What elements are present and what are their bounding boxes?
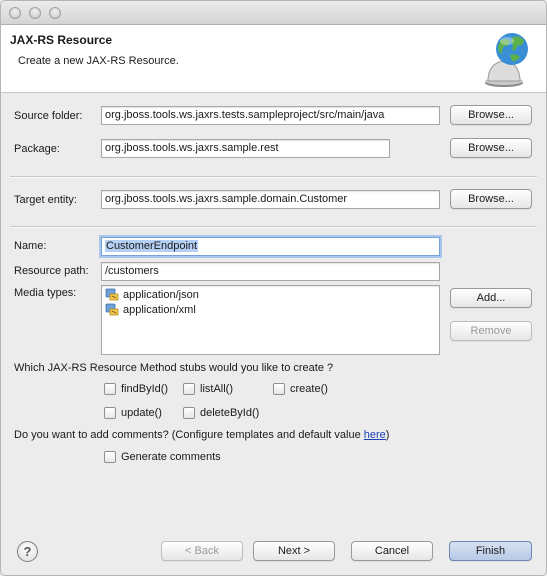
finish-button[interactable]: Finish bbox=[449, 541, 532, 561]
wizard-title: JAX-RS Resource bbox=[10, 33, 113, 47]
deletebyid-checkbox[interactable] bbox=[183, 407, 195, 419]
list-item[interactable]: application/json bbox=[105, 287, 199, 302]
cancel-button[interactable]: Cancel bbox=[351, 541, 433, 561]
listall-checkbox[interactable] bbox=[183, 383, 195, 395]
update-label: update() bbox=[121, 407, 162, 419]
media-types-label: Media types: bbox=[14, 287, 77, 299]
wizard-window: JAX-RS Resource Create a new JAX-RS Reso… bbox=[0, 0, 547, 576]
separator bbox=[10, 226, 537, 228]
resource-path-label: Resource path: bbox=[14, 265, 89, 277]
source-folder-browse-button[interactable]: Browse... bbox=[450, 105, 532, 125]
globe-bell-icon bbox=[485, 33, 528, 87]
name-field[interactable]: CustomerEndpoint bbox=[101, 237, 440, 256]
listall-label: listAll() bbox=[200, 383, 233, 395]
deletebyid-label: deleteById() bbox=[200, 407, 260, 419]
update-checkbox[interactable] bbox=[104, 407, 116, 419]
package-label: Package: bbox=[14, 143, 60, 155]
stubs-question: Which JAX-RS Resource Method stubs would… bbox=[14, 362, 334, 374]
zoom-window-button[interactable] bbox=[49, 7, 61, 19]
minimize-window-button[interactable] bbox=[29, 7, 41, 19]
source-folder-field[interactable]: org.jboss.tools.ws.jaxrs.tests.samplepro… bbox=[101, 106, 440, 125]
name-value: CustomerEndpoint bbox=[105, 240, 199, 252]
package-browse-button[interactable]: Browse... bbox=[450, 138, 532, 158]
remove-media-type-button[interactable]: Remove bbox=[450, 321, 532, 341]
wizard-description: Create a new JAX-RS Resource. bbox=[18, 55, 179, 67]
target-entity-label: Target entity: bbox=[14, 194, 77, 206]
target-entity-browse-button[interactable]: Browse... bbox=[450, 189, 532, 209]
source-folder-label: Source folder: bbox=[14, 110, 83, 122]
target-entity-field[interactable]: org.jboss.tools.ws.jaxrs.sample.domain.C… bbox=[101, 190, 440, 209]
comments-question-text: Do you want to add comments? (Configure … bbox=[14, 429, 364, 441]
configure-templates-link[interactable]: here bbox=[364, 429, 386, 441]
create-checkbox[interactable] bbox=[273, 383, 285, 395]
create-label: create() bbox=[290, 383, 328, 395]
comments-question: Do you want to add comments? (Configure … bbox=[14, 429, 389, 441]
resource-path-field[interactable]: /customers bbox=[101, 262, 440, 281]
package-field[interactable]: org.jboss.tools.ws.jaxrs.sample.rest bbox=[101, 139, 390, 158]
list-item[interactable]: application/xml bbox=[105, 302, 196, 317]
close-window-button[interactable] bbox=[9, 7, 21, 19]
title-bar bbox=[1, 1, 546, 25]
findbyid-label: findById() bbox=[121, 383, 169, 395]
wizard-banner: JAX-RS Resource Create a new JAX-RS Reso… bbox=[1, 25, 546, 93]
add-media-type-button[interactable]: Add... bbox=[450, 288, 532, 308]
generate-comments-checkbox[interactable] bbox=[104, 451, 116, 463]
generate-comments-label: Generate comments bbox=[121, 451, 221, 463]
media-type-label: application/json bbox=[123, 288, 199, 301]
findbyid-checkbox[interactable] bbox=[104, 383, 116, 395]
separator bbox=[10, 176, 537, 178]
media-types-list[interactable]: application/json application/xml bbox=[101, 285, 440, 355]
media-type-icon bbox=[105, 303, 119, 316]
next-button[interactable]: Next > bbox=[253, 541, 335, 561]
media-type-icon bbox=[105, 288, 119, 301]
back-button[interactable]: < Back bbox=[161, 541, 243, 561]
media-type-label: application/xml bbox=[123, 303, 196, 316]
name-label: Name: bbox=[14, 240, 47, 252]
help-button[interactable]: ? bbox=[17, 541, 38, 562]
comments-question-end: ) bbox=[385, 429, 390, 441]
